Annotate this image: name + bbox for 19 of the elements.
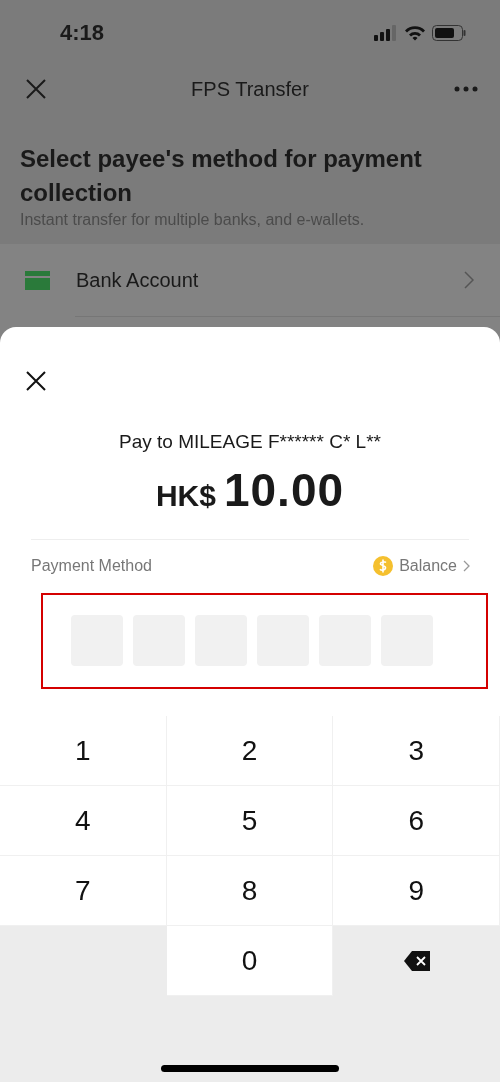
digit-key[interactable]: 9 xyxy=(333,856,500,926)
payment-method-label: Payment Method xyxy=(31,557,152,575)
status-time: 4:18 xyxy=(60,19,105,46)
digit-key[interactable]: 7 xyxy=(0,856,167,926)
page-heading: Select payee's method for payment collection xyxy=(20,144,423,208)
payee-text: Pay to MILEAGE F****** C* L** xyxy=(119,431,381,453)
amount-text: 10.00 xyxy=(223,463,345,517)
digit-key[interactable]: 6 xyxy=(333,786,500,856)
method-label[interactable]: Bank Account xyxy=(76,268,464,292)
nav-title: FPS Transfer xyxy=(191,77,309,101)
digit-key[interactable]: 4 xyxy=(0,786,167,856)
currency-label: HK$ xyxy=(155,479,216,513)
digit-key[interactable]: 2 xyxy=(166,716,334,786)
digit-key[interactable]: 3 xyxy=(333,716,500,786)
digit-key[interactable]: 0 xyxy=(166,926,334,996)
digit-key[interactable]: 5 xyxy=(166,786,334,856)
payment-method-value[interactable]: Balance xyxy=(399,557,457,575)
digit-key[interactable]: 1 xyxy=(0,716,167,786)
digit-key[interactable]: 8 xyxy=(166,856,334,926)
